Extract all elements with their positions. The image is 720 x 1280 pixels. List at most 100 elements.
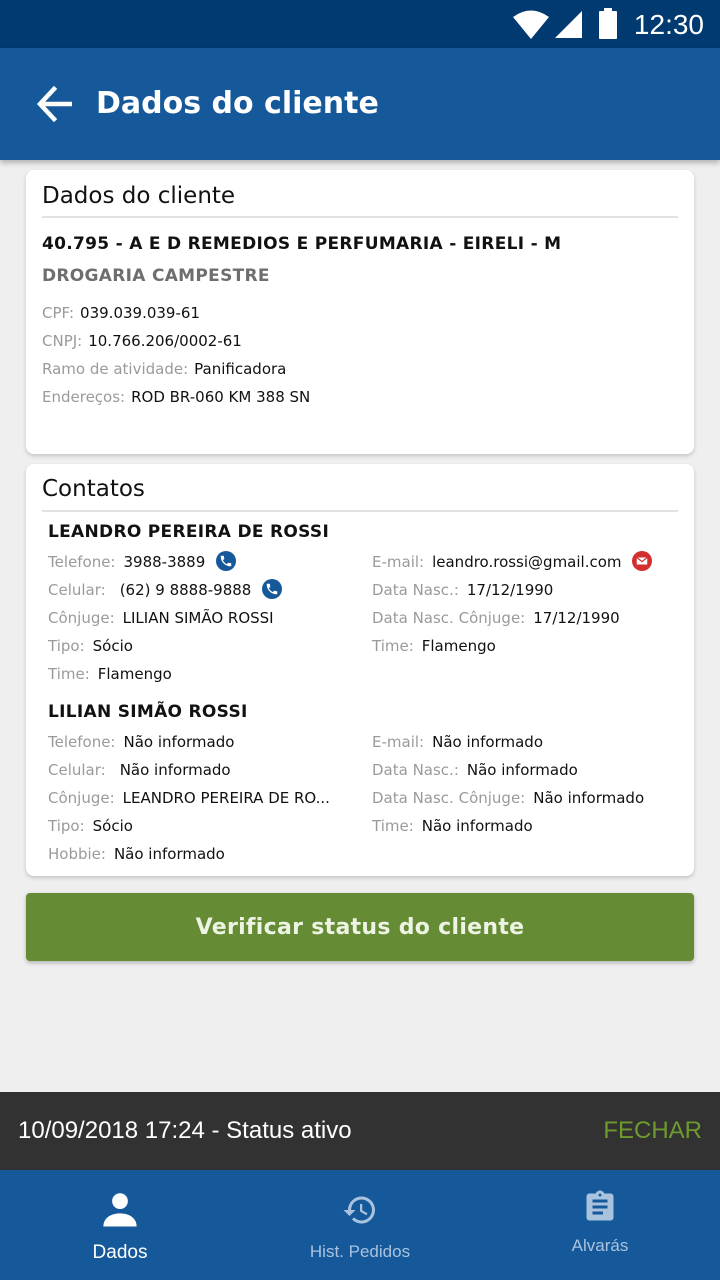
contact-spouse: Cônjuge: LEANDRO PEREIRA DE RO... bbox=[48, 786, 330, 810]
mobile-label: Celular: bbox=[48, 761, 106, 779]
cpf-row: CPF: 039.039.039-61 bbox=[42, 301, 200, 325]
contact-team: Time: Não informado bbox=[372, 814, 533, 838]
contact-extra: Time: Flamengo bbox=[48, 662, 172, 686]
contact-type: Tipo: Sócio bbox=[48, 814, 133, 838]
nav-item-hist-pedidos[interactable]: Hist. Pedidos bbox=[240, 1170, 480, 1280]
contact-type: Tipo: Sócio bbox=[48, 634, 133, 658]
team-value: Não informado bbox=[421, 817, 533, 835]
spouse-value: LILIAN SIMÃO ROSSI bbox=[122, 609, 274, 627]
type-value: Sócio bbox=[92, 637, 133, 655]
team-label: Time: bbox=[372, 637, 414, 655]
company-name: 40.795 - A E D REMEDIOS E PERFUMARIA - E… bbox=[42, 234, 562, 254]
cnpj-value: 10.766.206/0002-61 bbox=[88, 332, 242, 350]
mobile-value: (62) 9 8888-9888 bbox=[119, 581, 252, 599]
contact-email: E-mail: Não informado bbox=[372, 730, 543, 754]
spouse-value: LEANDRO PEREIRA DE RO... bbox=[122, 789, 330, 807]
contact-mobile: Celular: (62) 9 8888-9888 bbox=[48, 578, 283, 602]
snackbar: 10/09/2018 17:24 - Status ativo FECHAR bbox=[0, 1092, 720, 1170]
page-title: Dados do cliente bbox=[96, 86, 379, 121]
divider bbox=[42, 510, 678, 512]
extra-value: Flamengo bbox=[97, 665, 172, 683]
bottom-navigation: Dados Hist. Pedidos Alvarás bbox=[0, 1170, 720, 1280]
client-card-title: Dados do cliente bbox=[42, 183, 236, 209]
client-data-card: Dados do cliente 40.795 - A E D REMEDIOS… bbox=[26, 170, 694, 454]
check-status-button[interactable]: Verificar status do cliente bbox=[26, 893, 694, 961]
email-label: E-mail: bbox=[372, 553, 425, 571]
address-value: ROD BR-060 KM 388 SN bbox=[131, 388, 311, 406]
cnpj-label: CNPJ: bbox=[42, 332, 83, 350]
contact-spouse-birthdate: Data Nasc. Cônjuge: Não informado bbox=[372, 786, 644, 810]
history-icon bbox=[343, 1196, 375, 1224]
contact-team: Time: Flamengo bbox=[372, 634, 496, 658]
type-label: Tipo: bbox=[48, 817, 85, 835]
spouse-label: Cônjuge: bbox=[48, 789, 115, 807]
nav-item-alvaras[interactable]: Alvarás bbox=[480, 1170, 720, 1280]
phone-call-icon[interactable] bbox=[216, 551, 237, 571]
contact-birthdate: Data Nasc.: 17/12/1990 bbox=[372, 578, 553, 602]
snackbar-close-button[interactable]: FECHAR bbox=[603, 1116, 702, 1146]
mobile-value: Não informado bbox=[119, 761, 231, 779]
phone-call-icon[interactable] bbox=[262, 579, 283, 599]
birthdate-value: Não informado bbox=[466, 761, 578, 779]
status-bar: 12:30 bbox=[0, 0, 720, 48]
back-arrow-icon[interactable] bbox=[36, 86, 76, 122]
contact-email: E-mail: leandro.rossi@gmail.com bbox=[372, 550, 653, 574]
mobile-label: Celular: bbox=[48, 581, 106, 599]
nav-label: Hist. Pedidos bbox=[309, 1242, 411, 1261]
cpf-label: CPF: bbox=[42, 304, 75, 322]
contact-birthdate: Data Nasc.: Não informado bbox=[372, 758, 578, 782]
contact-name: LILIAN SIMÃO ROSSI bbox=[48, 702, 248, 722]
clock: 12:30 bbox=[633, 9, 704, 40]
contact-name: LEANDRO PEREIRA DE ROSSI bbox=[48, 522, 330, 542]
spouse-birthdate-label: Data Nasc. Cônjuge: bbox=[372, 789, 526, 807]
person-icon bbox=[103, 1193, 137, 1227]
contacts-card: Contatos LEANDRO PEREIRA DE ROSSI Telefo… bbox=[26, 464, 694, 876]
phone-label: Telefone: bbox=[48, 733, 116, 751]
contacts-card-title: Contatos bbox=[42, 476, 145, 502]
email-value: leandro.rossi@gmail.com bbox=[432, 553, 622, 571]
team-label: Time: bbox=[372, 817, 414, 835]
spouse-birthdate-label: Data Nasc. Cônjuge: bbox=[372, 609, 526, 627]
activity-label: Ramo de atividade: bbox=[42, 360, 189, 378]
spouse-birthdate-value: 17/12/1990 bbox=[533, 609, 620, 627]
cell-signal-icon bbox=[555, 11, 582, 38]
clipboard-icon bbox=[586, 1190, 614, 1221]
email-label: E-mail: bbox=[372, 733, 425, 751]
spouse-label: Cônjuge: bbox=[48, 609, 115, 627]
phone-label: Telefone: bbox=[48, 553, 116, 571]
address-row: Endereços: ROD BR-060 KM 388 SN bbox=[42, 385, 310, 409]
contact-extra: Hobbie: Não informado bbox=[48, 842, 225, 866]
phone-value: 3988-3889 bbox=[123, 553, 206, 571]
address-label: Endereços: bbox=[42, 388, 126, 406]
spouse-birthdate-value: Não informado bbox=[533, 789, 645, 807]
app-bar: Dados do cliente bbox=[0, 48, 720, 160]
email-icon[interactable] bbox=[632, 551, 653, 571]
contact-phone: Telefone: Não informado bbox=[48, 730, 234, 754]
contact-mobile: Celular: Não informado bbox=[48, 758, 231, 782]
cnpj-row: CNPJ: 10.766.206/0002-61 bbox=[42, 329, 242, 353]
extra-label: Hobbie: bbox=[48, 845, 106, 863]
activity-row: Ramo de atividade: Panificadora bbox=[42, 357, 286, 381]
wifi-icon bbox=[513, 10, 549, 39]
phone-value: Não informado bbox=[123, 733, 235, 751]
contact-phone: Telefone: 3988-3889 bbox=[48, 550, 237, 574]
nav-item-dados[interactable]: Dados bbox=[0, 1170, 240, 1280]
birthdate-value: 17/12/1990 bbox=[466, 581, 554, 599]
cpf-value: 039.039.039-61 bbox=[80, 304, 200, 322]
team-value: Flamengo bbox=[421, 637, 496, 655]
nav-label: Alvarás bbox=[571, 1236, 629, 1255]
nav-label: Dados bbox=[92, 1242, 148, 1263]
type-value: Sócio bbox=[92, 817, 133, 835]
divider bbox=[42, 216, 678, 218]
email-value: Não informado bbox=[432, 733, 543, 751]
activity-value: Panificadora bbox=[194, 360, 287, 378]
type-label: Tipo: bbox=[48, 637, 85, 655]
extra-label: Time: bbox=[48, 665, 90, 683]
trade-name: DROGARIA CAMPESTRE bbox=[42, 266, 270, 286]
snackbar-message: 10/09/2018 17:24 - Status ativo bbox=[18, 1117, 352, 1144]
birthdate-label: Data Nasc.: bbox=[372, 761, 459, 779]
extra-value: Não informado bbox=[113, 845, 225, 863]
battery-icon bbox=[599, 8, 617, 39]
birthdate-label: Data Nasc.: bbox=[372, 581, 459, 599]
contact-spouse-birthdate: Data Nasc. Cônjuge: 17/12/1990 bbox=[372, 606, 620, 630]
